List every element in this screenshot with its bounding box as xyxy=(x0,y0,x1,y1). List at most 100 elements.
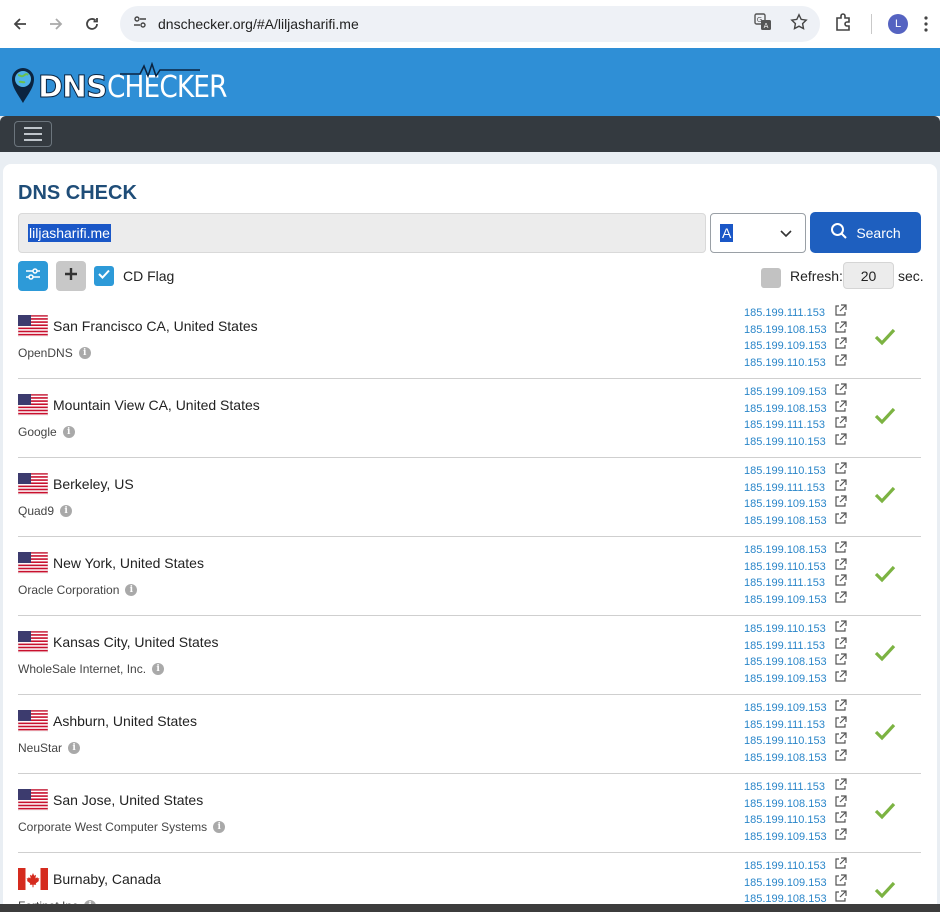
forward-icon[interactable] xyxy=(42,10,70,38)
translate-icon[interactable]: AG xyxy=(754,12,772,36)
cd-flag-checkbox[interactable] xyxy=(94,266,114,286)
ip-address-link[interactable]: 185.199.108.153 xyxy=(744,544,834,556)
external-link-icon[interactable] xyxy=(834,321,847,339)
external-link-icon[interactable] xyxy=(834,574,847,592)
ip-address-link[interactable]: 185.199.110.153 xyxy=(744,623,834,635)
ip-address-link[interactable]: 185.199.109.153 xyxy=(744,498,834,510)
ip-address-link[interactable]: 185.199.109.153 xyxy=(744,877,834,889)
ip-address-link[interactable]: 185.199.110.153 xyxy=(744,860,834,872)
external-link-icon[interactable] xyxy=(834,354,847,372)
domain-input[interactable]: liljasharifi.me xyxy=(18,213,706,253)
ip-address-link[interactable]: 185.199.110.153 xyxy=(744,561,834,573)
ip-address-link[interactable]: 185.199.111.153 xyxy=(744,719,834,731)
ip-address-link[interactable]: 185.199.111.153 xyxy=(744,419,834,431)
external-link-icon[interactable] xyxy=(834,749,847,767)
ip-address-link[interactable]: 185.199.109.153 xyxy=(744,386,834,398)
external-link-icon[interactable] xyxy=(834,479,847,497)
ip-address-link[interactable]: 185.199.111.153 xyxy=(744,640,834,652)
external-link-icon[interactable] xyxy=(834,541,847,559)
bookmark-star-icon[interactable] xyxy=(790,12,808,36)
external-link-icon[interactable] xyxy=(834,828,847,846)
ip-address-link[interactable]: 185.199.111.153 xyxy=(744,307,834,319)
external-link-icon[interactable] xyxy=(834,778,847,796)
ip-address-link[interactable]: 185.199.109.153 xyxy=(744,594,834,606)
ip-address-link[interactable]: 185.199.111.153 xyxy=(744,482,834,494)
address-bar[interactable]: dnschecker.org/#A/liljasharifi.me AG xyxy=(120,6,820,42)
cd-flag-label: CD Flag xyxy=(123,268,175,284)
ip-entry: 185.199.108.153 xyxy=(744,512,847,530)
reload-icon[interactable] xyxy=(78,10,106,38)
result-provider-name: Oracle Corporation xyxy=(18,583,120,597)
back-icon[interactable] xyxy=(6,10,34,38)
site-info-icon[interactable] xyxy=(132,14,148,35)
info-icon[interactable]: i xyxy=(213,821,226,833)
ip-address-link[interactable]: 185.199.110.153 xyxy=(744,357,834,369)
info-icon[interactable]: i xyxy=(62,426,75,438)
external-link-icon[interactable] xyxy=(834,653,847,671)
external-link-icon[interactable] xyxy=(834,416,847,434)
ip-entry: 185.199.109.153 xyxy=(744,337,847,355)
external-link-icon[interactable] xyxy=(834,558,847,576)
ip-address-link[interactable]: 185.199.109.153 xyxy=(744,673,834,685)
external-link-icon[interactable] xyxy=(834,304,847,322)
dnschecker-logo[interactable]: DNS CHECKER xyxy=(10,61,243,108)
refresh-checkbox[interactable] xyxy=(761,268,781,288)
external-link-icon[interactable] xyxy=(834,732,847,750)
info-icon[interactable]: i xyxy=(68,742,81,754)
external-link-icon[interactable] xyxy=(834,670,847,688)
ip-entry: 185.199.109.153 xyxy=(744,495,847,513)
external-link-icon[interactable] xyxy=(834,874,847,892)
ip-address-link[interactable]: 185.199.110.153 xyxy=(744,814,834,826)
result-ip-list: 185.199.108.153 185.199.110.153 185.199.11… xyxy=(744,541,847,609)
external-link-icon[interactable] xyxy=(834,857,847,875)
add-server-button[interactable] xyxy=(56,261,86,291)
profile-avatar[interactable]: L xyxy=(888,14,908,34)
external-link-icon[interactable] xyxy=(834,433,847,451)
external-link-icon[interactable] xyxy=(834,811,847,829)
ip-address-link[interactable]: 185.199.111.153 xyxy=(744,781,834,793)
info-icon[interactable]: i xyxy=(78,347,91,359)
external-link-icon[interactable] xyxy=(834,620,847,638)
info-icon[interactable]: i xyxy=(60,505,73,517)
info-icon[interactable]: i xyxy=(152,663,165,675)
ip-address-link[interactable]: 185.199.108.153 xyxy=(744,656,834,668)
refresh-interval-input[interactable]: 20 xyxy=(843,262,894,289)
ip-address-link[interactable]: 185.199.109.153 xyxy=(744,831,834,843)
external-link-icon[interactable] xyxy=(834,512,847,530)
svg-text:G: G xyxy=(757,16,762,24)
external-link-icon[interactable] xyxy=(834,716,847,734)
ip-address-link[interactable]: 185.199.108.153 xyxy=(744,324,834,336)
external-link-icon[interactable] xyxy=(834,795,847,813)
record-type-select[interactable]: A xyxy=(710,213,806,253)
ip-address-link[interactable]: 185.199.108.153 xyxy=(744,515,834,527)
external-link-icon[interactable] xyxy=(834,591,847,609)
external-link-icon[interactable] xyxy=(834,699,847,717)
url-text: dnschecker.org/#A/liljasharifi.me xyxy=(158,16,359,32)
external-link-icon[interactable] xyxy=(834,637,847,655)
result-ip-list: 185.199.110.153 185.199.111.153 185.199.10… xyxy=(744,462,847,530)
ip-address-link[interactable]: 185.199.109.153 xyxy=(744,340,834,352)
ip-address-link[interactable]: 185.199.110.153 xyxy=(744,436,834,448)
search-button[interactable]: Search xyxy=(810,212,921,253)
external-link-icon[interactable] xyxy=(834,400,847,418)
us-flag-icon xyxy=(17,314,49,338)
ip-address-link[interactable]: 185.199.108.153 xyxy=(744,798,834,810)
extensions-icon[interactable] xyxy=(832,12,854,39)
external-link-icon[interactable] xyxy=(834,462,847,480)
chevron-down-icon xyxy=(779,226,793,245)
hamburger-menu-icon[interactable] xyxy=(14,121,52,147)
ip-entry: 185.199.109.153 xyxy=(744,383,847,401)
ip-address-link[interactable]: 185.199.111.153 xyxy=(744,577,834,589)
external-link-icon[interactable] xyxy=(834,383,847,401)
ip-address-link[interactable]: 185.199.108.153 xyxy=(744,403,834,415)
info-icon[interactable]: i xyxy=(125,584,138,596)
external-link-icon[interactable] xyxy=(834,337,847,355)
ip-address-link[interactable]: 185.199.110.153 xyxy=(744,735,834,747)
options-button[interactable] xyxy=(18,261,48,291)
browser-menu-icon[interactable] xyxy=(924,14,928,34)
external-link-icon[interactable] xyxy=(834,495,847,513)
ip-address-link[interactable]: 185.199.109.153 xyxy=(744,702,834,714)
result-provider-name: OpenDNS xyxy=(18,346,73,360)
ip-address-link[interactable]: 185.199.110.153 xyxy=(744,465,834,477)
ip-address-link[interactable]: 185.199.108.153 xyxy=(744,752,834,764)
